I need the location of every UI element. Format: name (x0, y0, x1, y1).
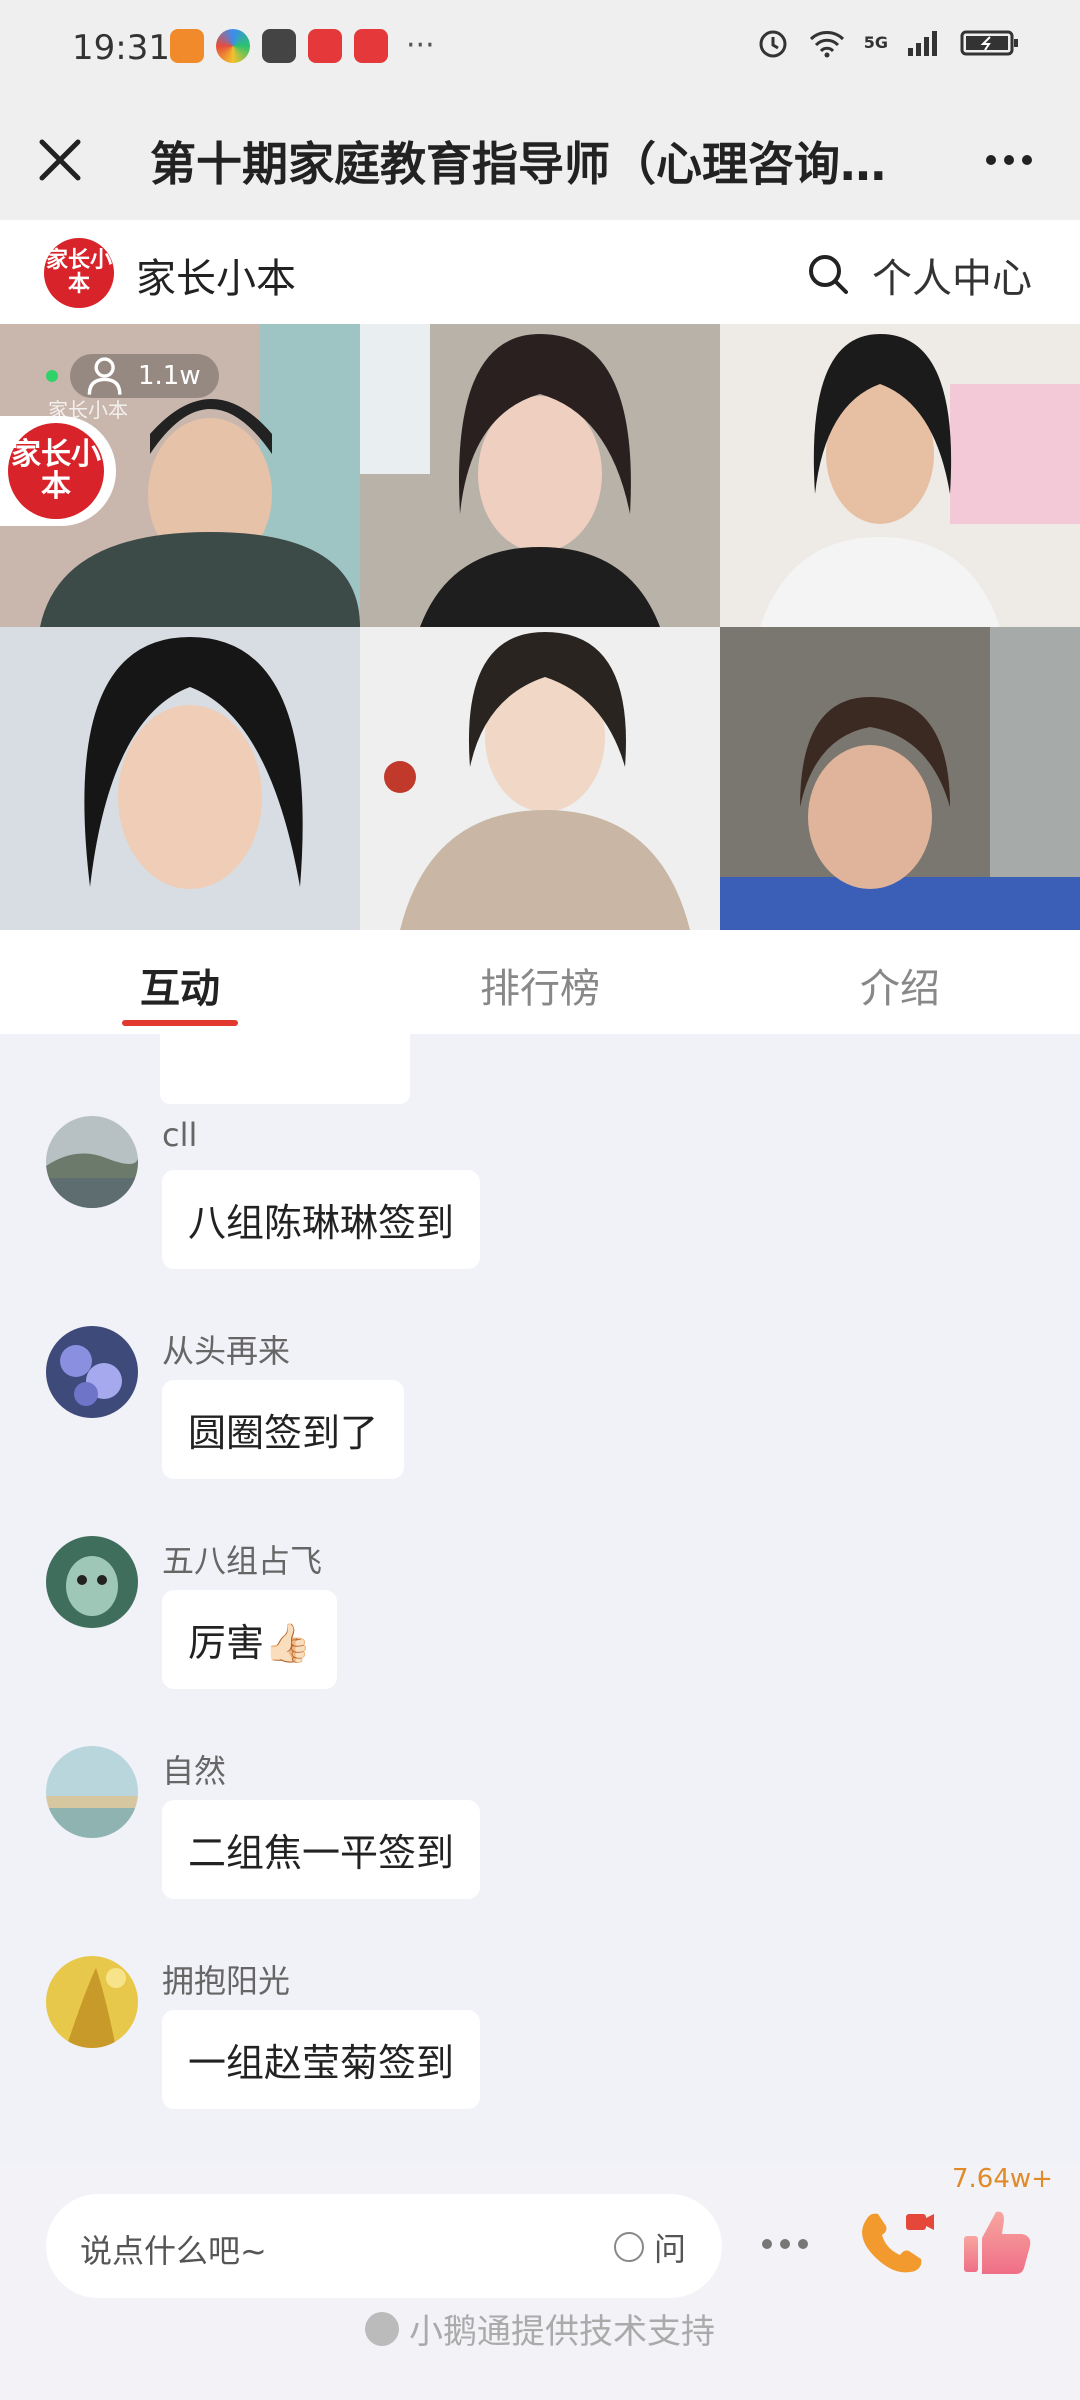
notification-icons: ··· (170, 28, 435, 63)
participant-video (720, 627, 1080, 930)
app-notification-icon (262, 28, 296, 63)
previous-message-bubble (160, 1034, 410, 1104)
video-tile[interactable] (360, 627, 720, 930)
input-bar: 说点什么吧~ 问 7.64w+ 小鹅通提供技术支持 (0, 2164, 1080, 2400)
message-bubble: 圆圈签到了 (162, 1380, 405, 1479)
comment-input[interactable]: 说点什么吧~ 问 (46, 2194, 722, 2298)
weibo-notification-icon (354, 28, 388, 63)
message-bubble: 二组焦一平签到 (162, 1800, 481, 1899)
avatar[interactable] (46, 1746, 138, 1838)
status-time: 19:31 (72, 28, 170, 68)
app-notification-icon (170, 28, 204, 63)
thumbs-up-icon[interactable] (960, 2202, 1036, 2278)
brand-bar: 家长小本 家长小本 个人中心 (0, 220, 1080, 324)
footer-note: 小鹅通提供技术支持 (0, 2304, 1080, 2353)
chat-message: 五八组占飞 厉害👍🏻 (0, 1536, 1080, 1746)
personal-center-link[interactable]: 个人中心 (872, 246, 1032, 304)
title-bar: 第十期家庭教育指导师（心理咨询师… (0, 100, 1080, 220)
alarm-icon (759, 30, 787, 58)
wifi-icon (809, 31, 844, 58)
message-bubble: 八组陈琳琳签到 (162, 1170, 481, 1269)
more-options-button[interactable] (974, 130, 1044, 190)
signal-icon (908, 31, 937, 56)
brand-overlay-logo: 家长小本 (0, 416, 116, 526)
avatar[interactable] (46, 1536, 138, 1628)
tab-introduction[interactable]: 介绍 (720, 930, 1080, 1034)
tab-interaction[interactable]: 互动 (0, 930, 360, 1034)
nickname: 从头再来 (162, 1332, 291, 1370)
message-bubble: 一组赵莹菊签到 (162, 2010, 481, 2109)
video-tile-host[interactable]: 1.1w 家长小本 家长小本 (0, 324, 360, 627)
ask-question-toggle[interactable]: 问 (613, 2224, 686, 2270)
nickname: 拥抱阳光 (162, 1962, 291, 2000)
video-grid[interactable]: 1.1w 家长小本 家长小本 (0, 324, 1080, 930)
chat-message: cll 八组陈琳琳签到 (0, 1116, 1080, 1326)
video-call-icon[interactable] (858, 2206, 938, 2282)
nickname: 自然 (162, 1752, 227, 1790)
message-bubble: 厉害👍🏻 (162, 1590, 338, 1689)
like-count: 7.64w+ (952, 2164, 1053, 2194)
page-title: 第十期家庭教育指导师（心理咨询师… (150, 137, 910, 191)
ask-radio[interactable] (613, 2232, 644, 2262)
avatar[interactable] (46, 1326, 138, 1418)
nickname: 五八组占飞 (162, 1542, 323, 1580)
weibo-notification-icon (308, 28, 342, 63)
system-icons: 5G (756, 26, 1020, 60)
xiaoetong-icon (365, 2311, 399, 2346)
battery-icon (960, 30, 1018, 56)
participant-video (360, 627, 720, 930)
participant-video (0, 627, 360, 930)
status-bar: 19:31 ··· 5G (0, 0, 1080, 100)
brand-logo[interactable]: 家长小本 (44, 238, 114, 308)
participant-video (720, 324, 1080, 627)
tab-bar: 互动 排行榜 介绍 (0, 930, 1080, 1034)
app-notification-icon (216, 28, 250, 63)
chat-list[interactable]: cll 八组陈琳琳签到 从头再来 圆圈签到了 五八组占飞 厉害👍🏻 自然 二组焦… (0, 1034, 1080, 2164)
viewer-count: 1.1w (138, 361, 201, 391)
chat-message: 自然 二组焦一平签到 (0, 1746, 1080, 1956)
comment-placeholder: 说点什么吧~ (80, 2232, 267, 2270)
chat-message: 拥抱阳光 一组赵莹菊签到 (0, 1956, 1080, 2164)
live-indicator (46, 370, 58, 382)
avatar[interactable] (46, 1116, 138, 1208)
search-icon[interactable] (806, 252, 850, 296)
brand-name[interactable]: 家长小本 (136, 246, 296, 304)
chat-message: 从头再来 圆圈签到了 (0, 1326, 1080, 1536)
video-tile[interactable] (720, 324, 1080, 627)
people-icon (87, 357, 122, 395)
ask-label: 问 (653, 2230, 686, 2268)
video-tile[interactable] (720, 627, 1080, 930)
viewer-count-badge: 1.1w (70, 354, 219, 398)
network-type: 5G (863, 33, 888, 52)
avatar[interactable] (46, 1956, 138, 2048)
more-actions-button[interactable] (762, 2224, 822, 2264)
video-tile[interactable] (0, 627, 360, 930)
more-notifications-icon: ··· (406, 28, 435, 63)
participant-video (360, 324, 720, 627)
tab-ranking[interactable]: 排行榜 (360, 930, 720, 1034)
nickname: cll (162, 1116, 198, 1154)
close-icon[interactable] (30, 130, 90, 190)
video-tile[interactable] (360, 324, 720, 627)
